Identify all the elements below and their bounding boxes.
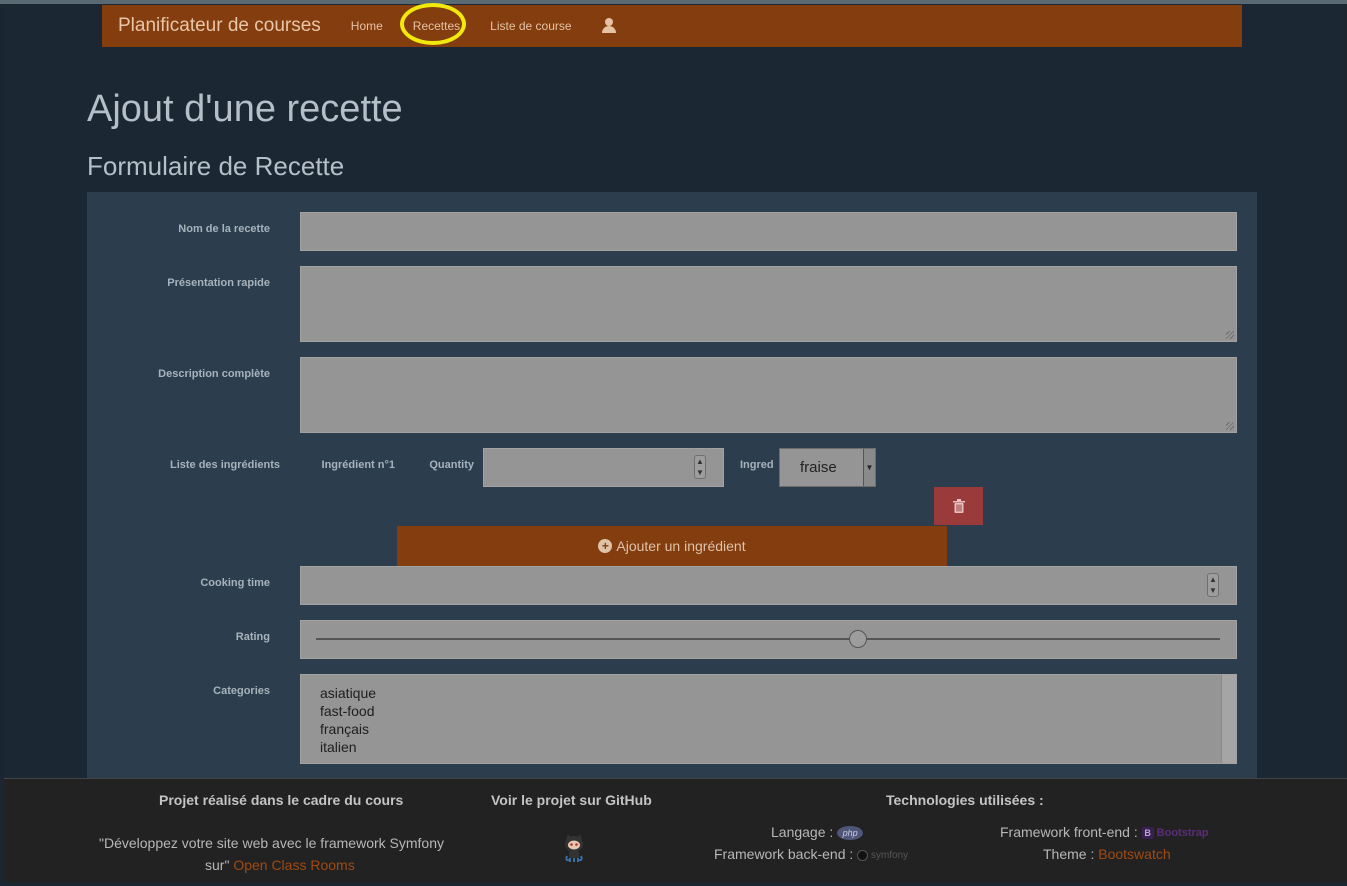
ingredient-select[interactable]: fraise ▼ (779, 448, 876, 487)
delete-ingredient-button[interactable] (934, 487, 983, 525)
navbar: Planificateur de courses Home Recettes L… (102, 5, 1242, 47)
recipe-name-input[interactable] (300, 212, 1237, 251)
theme-label: Theme : (1043, 846, 1095, 862)
ingredients-label: Liste des ingrédients (169, 459, 280, 471)
bootstrap-logo: B Bootstrap (1141, 827, 1209, 840)
ingredient-1-title: Ingrédient n°1 (321, 459, 395, 471)
rating-slider-track[interactable] (316, 638, 1220, 640)
footer-course-text-suffix: sur" (205, 857, 230, 873)
footer-course-title: Projet réalisé dans le cadre du cours (159, 792, 404, 808)
bootstrap-icon: B (1141, 827, 1154, 840)
cooking-time-label: Cooking time (200, 577, 270, 589)
resize-handle[interactable] (1226, 422, 1234, 430)
add-ingredient-button[interactable]: + Ajouter un ingrédient (397, 526, 947, 566)
intro-label: Présentation rapide (167, 277, 270, 289)
symfony-icon (857, 849, 869, 861)
intro-textarea[interactable] (300, 266, 1237, 342)
bootswatch-link[interactable]: Bootswatch (1098, 846, 1170, 862)
categories-scrollbar[interactable] (1221, 675, 1236, 763)
trash-icon (952, 499, 965, 513)
quantity-label: Quantity (429, 459, 474, 471)
description-label: Description complète (158, 368, 270, 380)
category-option[interactable]: français (320, 720, 1236, 738)
ingredient-select-value: fraise (800, 459, 837, 476)
chevron-down-icon: ▼ (863, 449, 875, 486)
footer-tech-title: Technologies utilisées : (886, 792, 1044, 808)
quantity-stepper[interactable]: ▲ ▼ (694, 455, 706, 479)
category-option[interactable]: asiatique (320, 684, 1236, 702)
cooking-time-input[interactable]: ▲ ▼ (300, 566, 1237, 605)
language-label: Langage : (771, 824, 834, 840)
footer-github-title: Voir le projet sur GitHub (491, 792, 652, 808)
add-ingredient-label: Ajouter un ingrédient (616, 538, 746, 554)
symfony-logo-text: symfony (870, 849, 909, 861)
resize-handle[interactable] (1226, 331, 1234, 339)
open-class-rooms-link[interactable]: Open Class Rooms (233, 857, 354, 873)
github-octocat-icon[interactable] (563, 834, 585, 862)
categories-multiselect[interactable]: asiatique fast-food français italien (300, 674, 1237, 764)
php-logo: php (837, 826, 864, 841)
description-textarea[interactable] (300, 357, 1237, 433)
frontend-label: Framework front-end : (1000, 824, 1138, 840)
page-title: Ajout d'une recette (87, 88, 403, 130)
category-option[interactable]: fast-food (320, 702, 1236, 720)
categories-label: Categories (213, 685, 270, 697)
rating-label: Rating (235, 631, 270, 643)
cooking-time-stepper[interactable]: ▲ ▼ (1207, 573, 1219, 597)
backend-label: Framework back-end : (714, 846, 854, 862)
nav-link-liste-de-course[interactable]: Liste de course (490, 19, 571, 33)
user-icon[interactable] (601, 18, 616, 34)
category-option[interactable]: italien (320, 738, 1236, 756)
quantity-input[interactable]: ▲ ▼ (483, 448, 724, 487)
bootstrap-logo-text: Bootstrap (1156, 827, 1209, 840)
form-title: Formulaire de Recette (87, 151, 345, 181)
nav-link-home[interactable]: Home (351, 19, 383, 33)
navbar-brand[interactable]: Planificateur de courses (118, 15, 321, 37)
highlight-annotation (400, 3, 466, 45)
name-label: Nom de la recette (178, 223, 270, 235)
ingredient-select-label: Ingred (740, 459, 774, 471)
footer-course-text: "Développez votre site web avec le frame… (99, 835, 445, 851)
plus-circle-icon: + (598, 539, 613, 553)
symfony-logo: symfony (857, 849, 909, 861)
